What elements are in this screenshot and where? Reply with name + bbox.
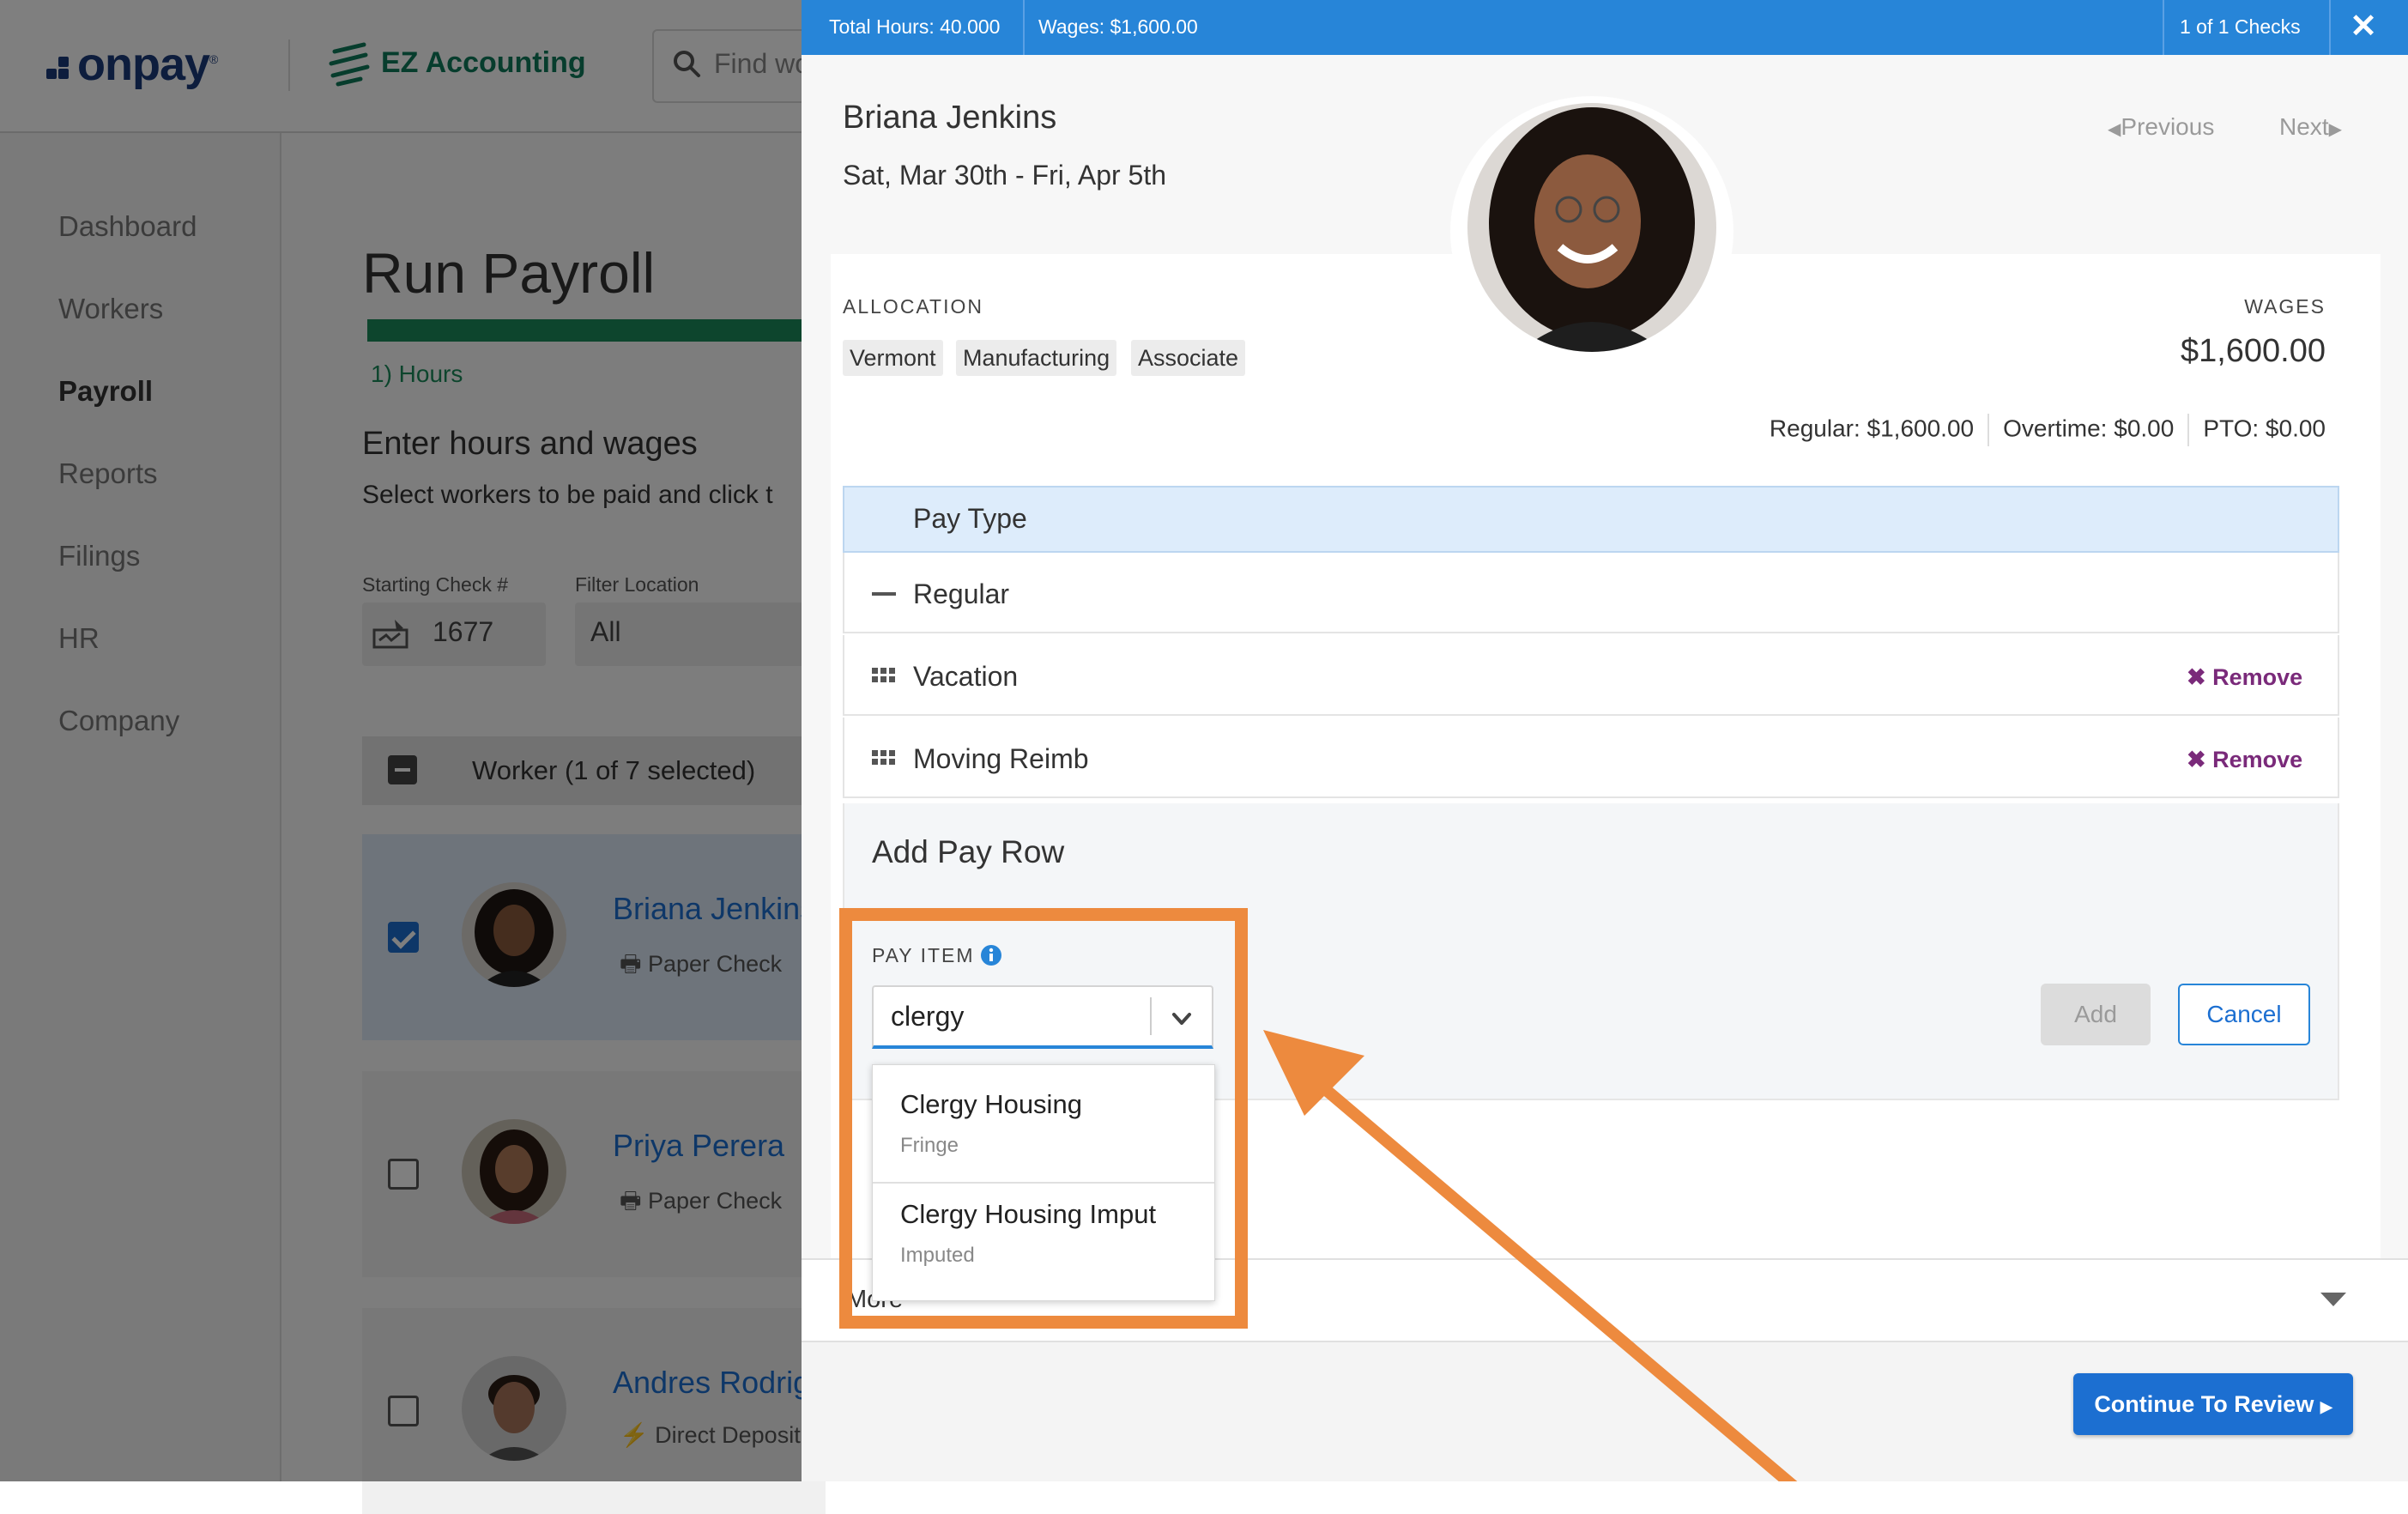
pay-row-label: Moving Reimb [913, 743, 1089, 774]
close-icon[interactable]: ✕ [2343, 5, 2384, 46]
remove-label: Remove [2212, 747, 2303, 772]
wage-breakdown: Regular: $1,600.00 Overtime: $0.00 PTO: $0… [1751, 414, 2326, 446]
caret-left-icon: ◀ [2108, 120, 2121, 139]
add-button[interactable]: Add [2041, 984, 2151, 1045]
previous-label: Previous [2121, 113, 2215, 140]
continue-label: Continue To Review [2094, 1391, 2314, 1417]
bar-divider [2329, 0, 2331, 55]
wages-value: $1,600.00 [2180, 333, 2326, 369]
bar-divider [1023, 0, 1025, 55]
employee-photo [1467, 103, 1716, 352]
drag-handle-icon[interactable] [872, 668, 896, 683]
annotation-arrow-icon [1263, 1030, 1798, 1481]
total-wages: Wages: $1,600.00 [1038, 15, 1198, 38]
previous-button[interactable]: ◀Previous [2108, 113, 2214, 141]
overtime-amount: Overtime: $0.00 [2003, 415, 2175, 442]
caret-right-icon: ▶ [2320, 1398, 2332, 1415]
modal-backdrop[interactable] [0, 0, 802, 1481]
pay-period: Sat, Mar 30th - Fri, Apr 5th [843, 160, 1167, 191]
allocation-label: ALLOCATION [843, 295, 983, 318]
cancel-button[interactable]: Cancel [2178, 984, 2310, 1045]
minus-icon [872, 592, 896, 596]
allocation-tag: Associate [1131, 340, 1246, 376]
pay-row-label: Vacation [913, 661, 1019, 692]
pay-row-vacation[interactable] [843, 635, 2339, 716]
allocation-tag: Vermont [843, 340, 943, 376]
wages-label: WAGES [2244, 295, 2326, 318]
allocation-tag: Manufacturing [956, 340, 1117, 376]
add-pay-row-title: Add Pay Row [872, 834, 1065, 869]
employee-name: Briana Jenkins [843, 100, 1057, 136]
close-icon: ✖ [2187, 747, 2206, 772]
close-icon: ✖ [2187, 664, 2206, 690]
bar-divider [2163, 0, 2164, 55]
check-counter: 1 of 1 Checks [2180, 15, 2301, 38]
pay-type-header-label: Pay Type [913, 503, 1027, 534]
remove-button[interactable]: ✖ Remove [2187, 747, 2302, 773]
continue-to-review-button[interactable]: Continue To Review ▶ [2073, 1373, 2353, 1435]
total-hours: Total Hours: 40.000 [829, 15, 1001, 38]
caret-down-icon[interactable] [2320, 1293, 2346, 1306]
caret-right-icon: ▶ [2328, 120, 2342, 139]
pay-row-regular [843, 553, 2339, 633]
drag-handle-icon[interactable] [872, 750, 896, 766]
pto-amount: PTO: $0.00 [2203, 415, 2326, 442]
remove-label: Remove [2212, 664, 2303, 690]
regular-amount: Regular: $1,600.00 [1769, 415, 1975, 442]
annotation-highlight-box [839, 908, 1248, 1329]
remove-button[interactable]: ✖ Remove [2187, 664, 2302, 691]
pay-row-label: Regular [913, 578, 1010, 609]
pay-type-header [843, 486, 2339, 553]
next-button[interactable]: Next▶ [2279, 113, 2342, 141]
next-label: Next [2279, 113, 2329, 140]
